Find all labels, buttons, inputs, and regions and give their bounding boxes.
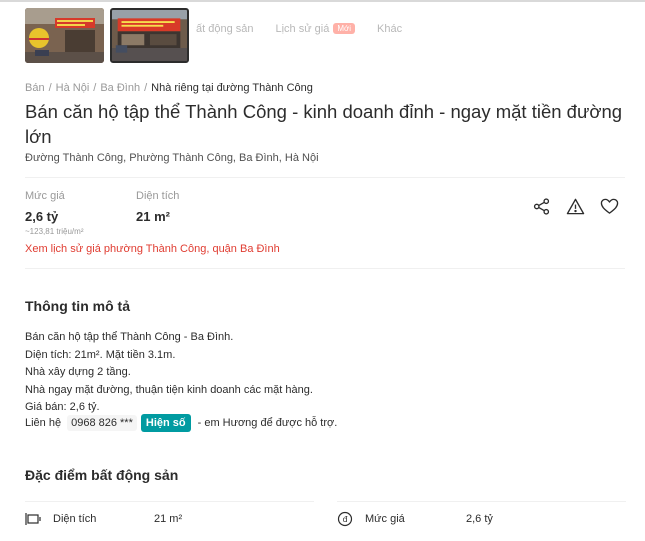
detail-subnav: ất động sản Lịch sử giá Mới Khác: [196, 23, 402, 35]
price-per-m2: ~123,81 triệu/m²: [25, 227, 84, 236]
new-badge: Mới: [333, 23, 356, 34]
breadcrumb-current[interactable]: Nhà riêng tại đường Thành Công: [151, 82, 313, 94]
breadcrumb-item-badinh[interactable]: Ba Đình: [100, 82, 140, 94]
feature-key: Diện tích: [53, 513, 97, 525]
contact-line: Liên hệ 0968 826 *** Hiện số - em Hương …: [25, 414, 337, 432]
heart-icon[interactable]: [600, 197, 619, 216]
listing-title: Bán căn hộ tập thể Thành Công - kinh doa…: [25, 101, 623, 147]
reveal-phone-button[interactable]: Hiện số: [140, 414, 191, 432]
breadcrumb-separator: /: [144, 82, 148, 94]
price-label: Mức giá: [25, 190, 65, 202]
feature-key: Mức giá: [365, 513, 405, 525]
area-stat: Diện tích 21 m²: [136, 190, 179, 224]
divider: [25, 177, 625, 178]
price-value: 2,6 tỷ: [25, 209, 59, 224]
masked-phone: 0968 826 ***: [67, 415, 137, 431]
description-body: Bán căn hộ tập thể Thành Công - Ba Đình.…: [25, 329, 313, 417]
breadcrumb-separator: /: [48, 82, 52, 94]
area-icon: [25, 511, 41, 527]
breadcrumb-separator: /: [93, 82, 97, 94]
subnav-tab-other[interactable]: Khác: [377, 23, 402, 35]
listing-address: Đường Thành Công, Phường Thành Công, Ba …: [25, 152, 319, 164]
subnav-tab-real-estate[interactable]: ất động sản: [196, 23, 254, 35]
report-icon[interactable]: [566, 197, 585, 216]
area-label: Diện tích: [136, 190, 180, 202]
feature-row-price: đ Mức giá 2,6 tỷ: [337, 501, 626, 536]
feature-row-area: Diện tích 21 m²: [25, 501, 314, 536]
share-icon[interactable]: [532, 197, 551, 216]
listing-actions: [532, 197, 619, 216]
subnav-tab-price-history[interactable]: Lịch sử giá Mới: [276, 23, 356, 35]
gallery-thumb-1[interactable]: [25, 8, 104, 63]
contact-suffix: - em Hương để được hỗ trợ.: [197, 417, 338, 429]
description-heading: Thông tin mô tả: [25, 298, 130, 314]
description-line: Nhà ngay mặt đường, thuận tiện kinh doan…: [25, 383, 313, 396]
top-bar: [0, 0, 645, 2]
svg-text:đ: đ: [342, 515, 347, 524]
features-heading: Đặc điểm bất động sản: [25, 467, 179, 483]
feature-value: 2,6 tỷ: [466, 513, 493, 525]
description-line: Nhà xây dựng 2 tầng.: [25, 366, 131, 378]
description-line: Bán căn hộ tập thể Thành Công - Ba Đình.: [25, 331, 234, 343]
contact-prefix: Liên hệ: [25, 417, 62, 429]
breadcrumb-item-sell[interactable]: Bán: [25, 82, 45, 94]
gallery-thumb-2[interactable]: [110, 8, 189, 63]
divider: [25, 268, 625, 269]
breadcrumb: Bán / Hà Nội / Ba Đình / Nhà riêng tại đường T…: [25, 82, 313, 94]
price-icon: đ: [337, 511, 353, 527]
description-line: Diện tích: 21m². Mặt tiền 3.1m.: [25, 348, 176, 361]
breadcrumb-item-hanoi[interactable]: Hà Nội: [56, 82, 90, 94]
price-history-link[interactable]: Xem lịch sử giá phường Thành Công, quận …: [25, 243, 280, 255]
area-value: 21 m²: [136, 209, 170, 224]
gallery-thumbnails: [25, 8, 189, 63]
price-stat: Mức giá 2,6 tỷ ~123,81 triệu/m²: [25, 190, 83, 236]
feature-value: 21 m²: [154, 513, 183, 525]
